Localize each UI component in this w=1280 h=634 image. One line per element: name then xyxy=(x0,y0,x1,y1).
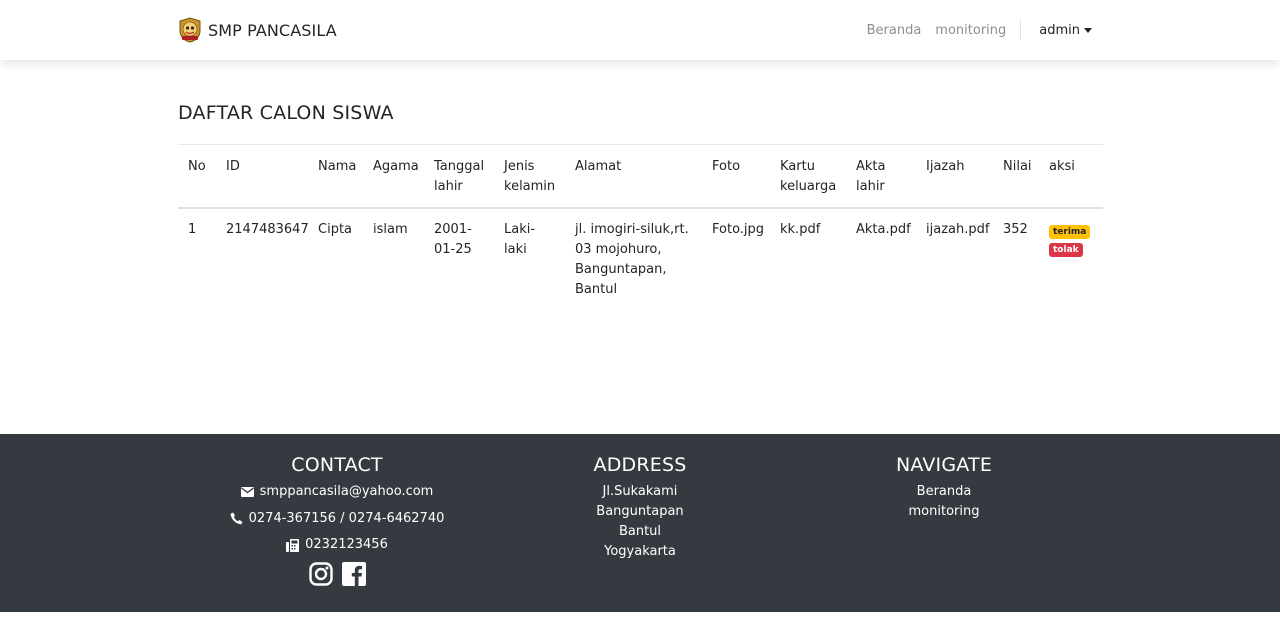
contact-phone: 0274-367156 / 0274-6462740 xyxy=(222,509,452,529)
brand-name: SMP PANCASILA xyxy=(208,20,337,40)
column-header-id: ID xyxy=(226,159,240,174)
address-line: Banguntapan xyxy=(596,504,684,519)
reject-button[interactable]: tolak xyxy=(1049,243,1083,257)
column-header-ijazah: Ijazah xyxy=(926,159,965,174)
school-logo-icon xyxy=(179,17,201,43)
column-header-tanggal-lahir: Tanggal lahir xyxy=(434,159,485,194)
cell-aksi: terima tolak xyxy=(1039,208,1103,308)
contact-email: smppancasila@yahoo.com xyxy=(222,482,452,502)
cell-nilai: 352 xyxy=(1003,222,1028,237)
cell-nama: Cipta xyxy=(318,222,353,237)
caret-down-icon xyxy=(1084,27,1092,33)
contact-title: CONTACT xyxy=(291,454,383,476)
column-header-aksi: aksi xyxy=(1049,159,1075,174)
table-header-row: No ID Nama Agama Tanggal lahir Jenis kel… xyxy=(178,144,1103,208)
footer-link-beranda[interactable]: Beranda xyxy=(864,482,1024,502)
page-title: DAFTAR CALON SISWA xyxy=(178,102,394,124)
address-title: ADDRESS xyxy=(593,454,687,476)
footer-link-monitoring[interactable]: monitoring xyxy=(864,502,1024,522)
fax-icon xyxy=(286,538,300,552)
user-dropdown[interactable]: admin xyxy=(1039,23,1092,38)
footer-address: ADDRESS Jl.Sukakami Banguntapan Bantul Y… xyxy=(560,454,720,562)
column-header-nama: Nama xyxy=(318,159,357,174)
phone-icon xyxy=(230,512,243,525)
footer-navigate: NAVIGATE Beranda monitoring xyxy=(864,454,1024,522)
nav-link-monitoring[interactable]: monitoring xyxy=(935,23,1006,38)
cell-agama: islam xyxy=(373,222,408,237)
cell-no: 1 xyxy=(188,222,197,237)
contact-fax: 0232123456 xyxy=(222,535,452,555)
column-header-jenis-kelamin: Jenis kelamin xyxy=(504,159,556,194)
navbar: SMP PANCASILA Beranda monitoring admin xyxy=(0,0,1280,60)
students-table: No ID Nama Agama Tanggal lahir Jenis kel… xyxy=(178,144,1103,308)
address-line: Yogyakarta xyxy=(604,544,676,559)
column-header-nilai: Nilai xyxy=(1003,159,1032,174)
social-links xyxy=(222,561,452,586)
email-text: smppancasila@yahoo.com xyxy=(259,484,434,499)
table-row: 1 2147483647 Cipta islam 2001-01-25 Laki… xyxy=(178,208,1103,308)
cell-jenis-kelamin: Laki-laki xyxy=(504,222,536,257)
column-header-kartu-keluarga: Kartu keluarga xyxy=(780,159,837,194)
brand[interactable]: SMP PANCASILA xyxy=(177,16,337,44)
address-line: Jl.Sukakami xyxy=(602,484,678,499)
footer: CONTACT smppancasila@yahoo.com 0274-3671… xyxy=(0,434,1280,612)
cell-tanggal-lahir: 2001-01-25 xyxy=(434,222,472,257)
facebook-icon[interactable] xyxy=(341,561,366,586)
cell-foto[interactable]: Foto.jpg xyxy=(702,208,770,308)
fax-text: 0232123456 xyxy=(305,537,388,552)
cell-ijazah[interactable]: ijazah.pdf xyxy=(916,208,993,308)
column-header-agama: Agama xyxy=(373,159,419,174)
footer-contact: CONTACT smppancasila@yahoo.com 0274-3671… xyxy=(222,454,452,586)
cell-kartu-keluarga[interactable]: kk.pdf xyxy=(770,208,846,308)
instagram-icon[interactable] xyxy=(308,561,333,586)
user-name: admin xyxy=(1039,22,1080,38)
cell-id: 2147483647 xyxy=(226,222,309,237)
nav-link-beranda[interactable]: Beranda xyxy=(867,23,922,38)
nav-menu: Beranda monitoring admin xyxy=(853,19,1092,41)
column-header-no: No xyxy=(188,159,206,174)
navigate-title: NAVIGATE xyxy=(895,454,993,476)
address-line: Bantul xyxy=(618,524,662,539)
cell-alamat: jl. imogiri-siluk,rt. 03 mojohuro, Bangu… xyxy=(575,222,689,297)
column-header-alamat: Alamat xyxy=(575,159,622,174)
cell-akta-lahir[interactable]: Akta.pdf xyxy=(846,208,916,308)
nav-divider xyxy=(1020,20,1022,40)
column-header-akta-lahir: Akta lahir xyxy=(856,159,886,194)
phone-text: 0274-367156 / 0274-6462740 xyxy=(248,510,445,526)
column-header-foto: Foto xyxy=(712,159,741,174)
envelope-icon xyxy=(240,487,254,497)
accept-button[interactable]: terima xyxy=(1049,225,1091,239)
